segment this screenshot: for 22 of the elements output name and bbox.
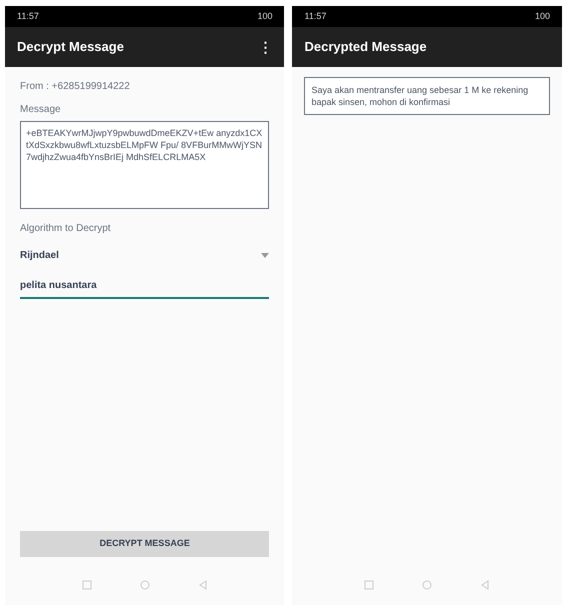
back-icon[interactable] [480, 580, 490, 590]
sender-text: From : +6285199914222 [20, 80, 131, 94]
algorithm-dropdown[interactable]: Rijndael [20, 244, 270, 266]
message-label: Message [20, 103, 62, 117]
battery-level: 100 [257, 10, 272, 23]
decrypted-message-box: Saya akan mentransfer uang sebesar 1 M ke rekening bapak sinsen, mohon di konfirmasi [304, 77, 550, 115]
overflow-menu-button[interactable]: ⋮ [258, 36, 272, 58]
dropdown-caret-icon [261, 252, 270, 258]
app-bar-title: Decrypted Message [304, 38, 427, 56]
algorithm-label: Algorithm to Decrypt [20, 222, 112, 236]
decrypt-button[interactable]: DECRYPT MESSAGE [20, 531, 270, 557]
recents-icon[interactable] [82, 580, 92, 590]
recents-icon[interactable] [364, 580, 374, 590]
message-field[interactable]: +eBTEAKYwrMJjwpY9pwbuwdDmeEKZV+tEw anyzdx1CXtXdSxzkbwu8wfLxtuzsbELMpFW Fpu/ 8VFBurMMwWjYSN7wdjhzZwua4fbYnsBrIEj MdhSfELCRLMA5X [20, 121, 270, 209]
back-icon[interactable] [198, 580, 208, 590]
battery-level: 100 [534, 10, 550, 23]
home-icon[interactable] [140, 580, 150, 590]
status-time: 11:57 [17, 10, 39, 23]
home-icon[interactable] [422, 580, 432, 590]
app-bar-title: Decrypt Message [17, 38, 124, 56]
key-input[interactable]: pelita nusantara [20, 274, 270, 299]
status-time: 11:57 [304, 10, 326, 23]
